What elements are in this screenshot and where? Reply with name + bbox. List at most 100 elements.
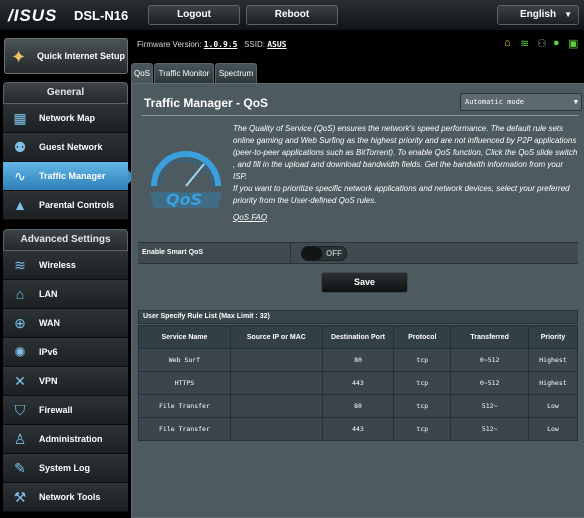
sidebar-item-parental-controls[interactable]: ▲ Parental Controls (3, 191, 128, 220)
qos-description: The Quality of Service (QoS) ensures the… (233, 123, 578, 207)
ssid-value: ASUS (267, 40, 287, 49)
table-header-row: Service Name Source IP or MAC Destinatio… (138, 325, 579, 349)
table-row[interactable]: File Transfer 443 tcp 512~ Low (138, 417, 579, 441)
caret-down-icon: ▼ (573, 98, 578, 106)
qos-mode-value: Automatic mode (465, 98, 525, 106)
column-header: Protocol (393, 325, 452, 349)
person-icon: ♙ (13, 431, 27, 447)
protocol-cell: tcp (393, 417, 452, 441)
qos-speedometer-icon: QoS (150, 151, 222, 209)
service-name-cell: HTTPS (138, 371, 231, 395)
description-paragraph-1: The Quality of Service (QoS) ensures the… (233, 124, 578, 181)
toggle-state-label: OFF (326, 249, 342, 258)
sidebar-item-traffic-manager[interactable]: ∿ Traffic Manager (3, 162, 135, 191)
port-cell: 443 (321, 371, 395, 395)
sidebar-item-ipv6[interactable]: ✺ IPv6 (3, 338, 128, 367)
sidebar-item-network-tools[interactable]: ⚒ Network Tools (3, 483, 128, 512)
port-cell: 80 (321, 394, 395, 418)
table-row[interactable]: HTTPS 443 tcp 0~512 Highest (138, 371, 579, 395)
usb-icon[interactable]: ● (553, 37, 560, 49)
shield-icon: ⛉ (14, 402, 26, 418)
protocol-cell: tcp (393, 394, 452, 418)
column-header: Destination Port (321, 325, 395, 349)
row-divider (290, 243, 291, 264)
service-name-cell: File Transfer (138, 417, 231, 441)
save-button[interactable]: Save (321, 272, 408, 293)
sidebar-item-label: Parental Controls (39, 200, 115, 210)
priority-cell: Highest (527, 348, 579, 372)
sidebar-item-lan[interactable]: ⌂ LAN (3, 280, 128, 309)
smart-qos-label: Enable Smart QoS (142, 249, 204, 256)
priority-cell: Low (527, 417, 579, 441)
top-bar: /ISUS DSL-N16 Logout Reboot English ▼ (0, 0, 584, 30)
column-header: Priority (527, 325, 579, 349)
sidebar-item-network-map[interactable]: ▦ Network Map (3, 104, 128, 133)
sidebar-item-wan[interactable]: ⊕ WAN (3, 309, 128, 338)
service-name-cell: File Transfer (138, 394, 231, 418)
reboot-button[interactable]: Reboot (246, 5, 338, 25)
language-label: English (519, 9, 557, 20)
sidebar-item-label: Guest Network (39, 142, 103, 152)
port-cell: 80 (321, 348, 395, 372)
column-header: Transferred (450, 325, 529, 349)
qos-mode-select[interactable]: Automatic mode ▼ (460, 93, 582, 111)
sidebar-item-label: VPN (39, 376, 58, 386)
protocol-cell: tcp (393, 371, 452, 395)
model-name: DSL-N16 (74, 8, 129, 23)
quick-setup-label: Quick Internet Setup (37, 51, 126, 61)
qos-faq-link[interactable]: QoS FAQ (233, 213, 267, 222)
lock-icon: ▲ (13, 197, 27, 213)
sidebar-item-vpn[interactable]: ✕ VPN (3, 367, 128, 396)
tab-traffic-monitor[interactable]: Traffic Monitor (154, 63, 214, 83)
language-select[interactable]: English ▼ (497, 5, 579, 25)
home-icon: ⌂ (15, 286, 25, 302)
sidebar-item-label: LAN (39, 289, 58, 299)
firmware-version-link[interactable]: 1.0.9.5 (204, 40, 238, 49)
sidebar-item-guest-network[interactable]: ⚉ Guest Network (3, 133, 128, 162)
firmware-info: Firmware Version: 1.0.9.5 SSID: ASUS (137, 40, 287, 49)
sidebar-item-label: Network Tools (39, 492, 101, 502)
description-paragraph-2: If you want to prioritize specific netwo… (233, 184, 570, 205)
sidebar-item-label: Traffic Manager (39, 171, 106, 181)
sidebar-item-label: Network Map (39, 113, 96, 123)
table-row[interactable]: File Transfer 80 tcp 512~ Low (138, 394, 579, 418)
sidebar-advanced-header: Advanced Settings (3, 229, 128, 251)
sidebar-item-label: System Log (39, 463, 91, 473)
sidebar-item-wireless[interactable]: ≋ Wireless (3, 251, 128, 280)
toggle-knob (302, 247, 322, 260)
app-icon[interactable]: ▣ (568, 37, 578, 50)
wand-icon: ✦ (11, 47, 27, 67)
table-row[interactable]: Web Surf 80 tcp 0~512 Highest (138, 348, 579, 372)
firmware-label: Firmware Version: (137, 40, 202, 49)
source-cell (229, 348, 323, 372)
sidebar-item-firewall[interactable]: ⛉ Firewall (3, 396, 128, 425)
sidebar-item-label: Firewall (39, 405, 73, 415)
priority-cell: Low (527, 394, 579, 418)
ipv6-icon: ✺ (14, 344, 26, 360)
transferred-cell: 0~512 (450, 348, 529, 372)
users-icon[interactable]: ⚇ (537, 37, 547, 50)
column-header: Service Name (138, 325, 231, 349)
guest-network-icon: ⚉ (13, 139, 27, 155)
network-map-icon: ▦ (13, 110, 27, 126)
smart-qos-toggle[interactable]: OFF (301, 246, 347, 261)
wifi-status-icon[interactable]: ≋ (520, 37, 529, 50)
transferred-cell: 512~ (450, 394, 529, 418)
tools-icon: ⚒ (13, 489, 27, 505)
quick-internet-setup-button[interactable]: ✦ Quick Internet Setup (4, 38, 128, 74)
source-cell (229, 371, 323, 395)
asus-logo: /ISUS (8, 6, 58, 25)
transferred-cell: 0~512 (450, 371, 529, 395)
traffic-manager-icon: ∿ (14, 168, 26, 184)
priority-cell: Highest (527, 371, 579, 395)
globe-icon: ⊕ (14, 315, 26, 331)
caret-down-icon: ▼ (564, 10, 572, 19)
sidebar-item-administration[interactable]: ♙ Administration (3, 425, 128, 454)
sidebar-item-system-log[interactable]: ✎ System Log (3, 454, 128, 483)
tab-qos[interactable]: QoS (131, 63, 153, 83)
dsl-icon[interactable]: ⌂ (504, 37, 511, 49)
protocol-cell: tcp (393, 348, 452, 372)
logout-button[interactable]: Logout (148, 5, 240, 25)
tab-spectrum[interactable]: Spectrum (215, 63, 257, 83)
transferred-cell: 512~ (450, 417, 529, 441)
